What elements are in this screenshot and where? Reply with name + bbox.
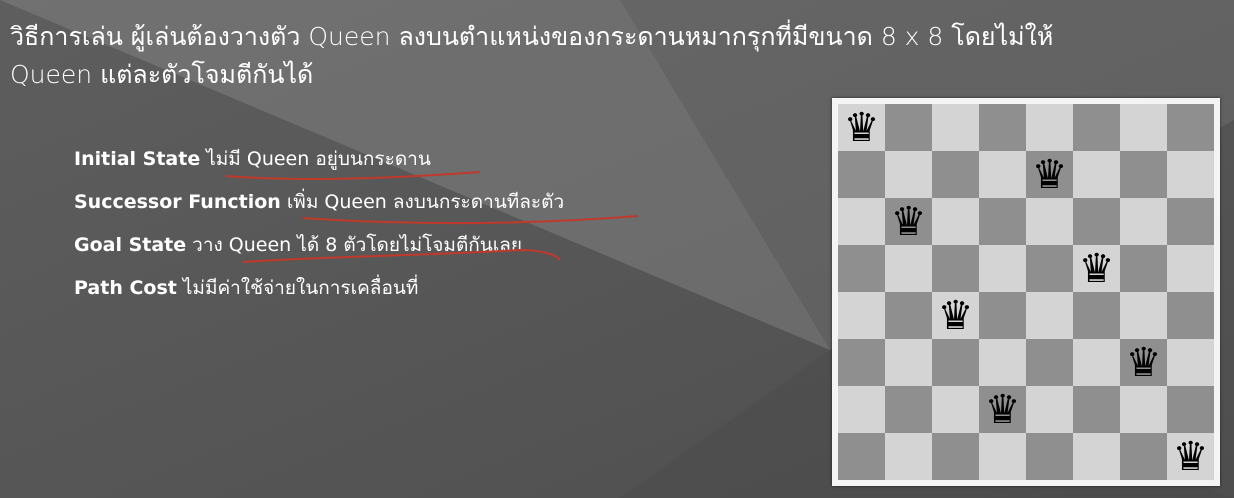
board-square: [1167, 151, 1214, 198]
board-square: [932, 104, 979, 151]
board-square: [1120, 292, 1167, 339]
board-square: [838, 198, 885, 245]
board-square: ♛: [1073, 245, 1120, 292]
board-square: [885, 339, 932, 386]
board-square: [838, 339, 885, 386]
board-square: [838, 386, 885, 433]
board-square: ♛: [932, 292, 979, 339]
board-square: [1167, 339, 1214, 386]
board-square: [1167, 104, 1214, 151]
chess-queen-icon: ♛: [984, 386, 1021, 433]
bullet-successor-function: Successor Function เพิ่ม Queen ลงบนกระดาน…: [74, 186, 564, 229]
heading-line-1: วิธีการเล่น ผู้เล่นต้องวางตัว Queen ลงบน…: [10, 22, 1054, 51]
chess-queen-icon: ♛: [1078, 245, 1115, 292]
board-square: [1026, 198, 1073, 245]
chess-queen-icon: ♛: [1172, 433, 1209, 480]
board-square: [932, 245, 979, 292]
board-square: [979, 245, 1026, 292]
board-square: [932, 151, 979, 198]
board-square: [1026, 339, 1073, 386]
board-square: [1073, 433, 1120, 480]
board-square: [1026, 245, 1073, 292]
chessboard: ♛ ♛ ♛ ♛ ♛ ♛ ♛ ♛: [838, 104, 1214, 480]
board-square: ♛: [838, 104, 885, 151]
term-description: วาง Queen ได้ 8 ตัวโดยไม่โจมตีกันเลย: [192, 234, 523, 256]
bullet-path-cost: Path Cost ไม่มีค่าใช้จ่ายในการเคลื่อนที่: [74, 272, 564, 315]
board-square: [979, 339, 1026, 386]
board-square: [1120, 386, 1167, 433]
board-square: [1167, 245, 1214, 292]
chess-queen-icon: ♛: [1125, 339, 1162, 386]
bullet-goal-state: Goal State วาง Queen ได้ 8 ตัวโดยไม่โจมตี…: [74, 229, 564, 272]
chess-queen-icon: ♛: [937, 292, 974, 339]
chess-queen-icon: ♛: [843, 104, 880, 151]
board-square: ♛: [1167, 433, 1214, 480]
board-square: ♛: [1026, 151, 1073, 198]
board-square: [1073, 386, 1120, 433]
chess-queen-icon: ♛: [890, 198, 927, 245]
term-description: เพิ่ม Queen ลงบนกระดานทีละตัว: [286, 191, 565, 213]
board-square: ♛: [1120, 339, 1167, 386]
board-square: [1120, 198, 1167, 245]
term-description: ไม่มี Queen อยู่บนกระดาน: [206, 148, 431, 170]
board-square: [838, 292, 885, 339]
board-square: [932, 433, 979, 480]
board-square: [1120, 104, 1167, 151]
board-square: [979, 104, 1026, 151]
board-square: [1120, 433, 1167, 480]
board-square: [885, 386, 932, 433]
board-square: [838, 245, 885, 292]
board-square: [1026, 292, 1073, 339]
chess-queen-icon: ♛: [1031, 151, 1068, 198]
board-square: [932, 386, 979, 433]
board-square: [1120, 245, 1167, 292]
board-square: [838, 433, 885, 480]
board-square: [885, 104, 932, 151]
board-square: [1073, 198, 1120, 245]
board-square: [838, 151, 885, 198]
board-square: [1120, 151, 1167, 198]
board-square: [885, 245, 932, 292]
board-square: [1026, 386, 1073, 433]
term-label: Successor Function: [74, 191, 281, 213]
bullet-initial-state: Initial State ไม่มี Queen อยู่บนกระดาน: [74, 143, 564, 186]
board-square: [979, 198, 1026, 245]
board-square: [1026, 104, 1073, 151]
board-square: [979, 292, 1026, 339]
board-square: [932, 339, 979, 386]
board-square: [1073, 339, 1120, 386]
term-label: Goal State: [74, 234, 187, 256]
term-label: Path Cost: [74, 277, 177, 299]
board-square: ♛: [979, 386, 1026, 433]
board-square: [979, 151, 1026, 198]
board-square: [979, 433, 1026, 480]
board-square: [1167, 292, 1214, 339]
board-square: [932, 198, 979, 245]
term-description: ไม่มีค่าใช้จ่ายในการเคลื่อนที่: [182, 277, 419, 299]
board-square: [885, 433, 932, 480]
board-square: [1167, 198, 1214, 245]
board-square: [1073, 104, 1120, 151]
board-square: [1167, 386, 1214, 433]
term-label: Initial State: [74, 148, 201, 170]
definition-list: Initial State ไม่มี Queen อยู่บนกระดาน Su…: [74, 143, 564, 315]
board-square: [1073, 151, 1120, 198]
slide-heading: วิธีการเล่น ผู้เล่นต้องวางตัว Queen ลงบน…: [10, 18, 1210, 94]
board-square: [885, 151, 932, 198]
board-square: [1073, 292, 1120, 339]
board-square: ♛: [885, 198, 932, 245]
heading-line-2: Queen แต่ละตัวโจมตีกันได้: [10, 60, 314, 89]
board-square: [885, 292, 932, 339]
board-square: [1026, 433, 1073, 480]
